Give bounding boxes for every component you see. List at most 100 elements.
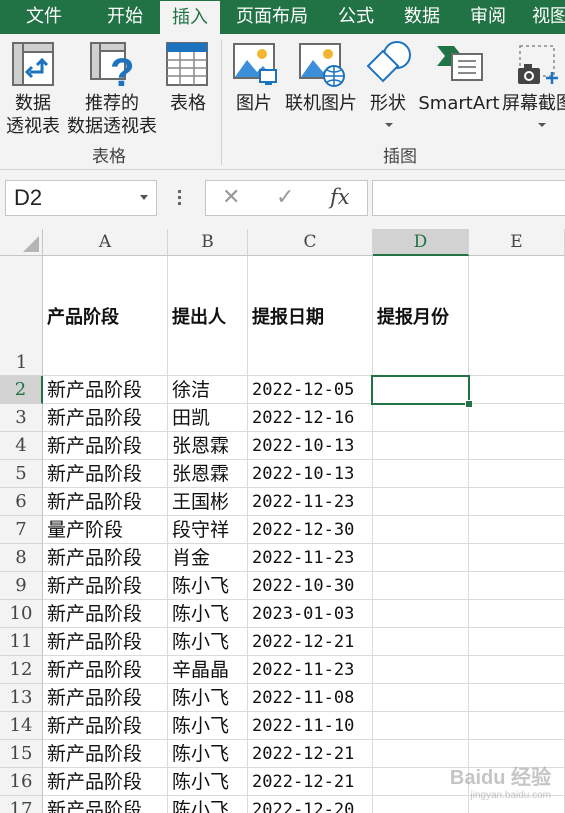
cell-person[interactable]: 肖金	[168, 544, 248, 572]
cell-person[interactable]: 徐洁	[168, 376, 248, 404]
cell-stage[interactable]: 新产品阶段	[43, 488, 168, 516]
cell-date[interactable]: 2022-12-21	[248, 768, 373, 796]
enter-button[interactable]: ✓	[276, 185, 294, 210]
shapes-dropdown-arrow[interactable]	[385, 123, 393, 127]
cell-month[interactable]	[373, 656, 469, 684]
cell-e[interactable]	[469, 544, 565, 572]
cell-stage[interactable]: 新产品阶段	[43, 600, 168, 628]
row-header[interactable]: 9	[0, 572, 43, 600]
cell-person[interactable]: 张恩霖	[168, 460, 248, 488]
cell-month[interactable]	[373, 684, 469, 712]
column-header-c[interactable]: C	[248, 229, 373, 256]
tab-data[interactable]: 数据	[392, 0, 452, 34]
row-header[interactable]: 4	[0, 432, 43, 460]
tab-formulas[interactable]: 公式	[326, 0, 386, 34]
row-header[interactable]: 6	[0, 488, 43, 516]
cell-date[interactable]: 2022-11-23	[248, 656, 373, 684]
row-header[interactable]: 8	[0, 544, 43, 572]
cell-e[interactable]	[469, 460, 565, 488]
cell-stage[interactable]: 新产品阶段	[43, 460, 168, 488]
cell-e[interactable]	[469, 712, 565, 740]
cell-stage[interactable]: 新产品阶段	[43, 656, 168, 684]
chevron-down-icon[interactable]	[140, 195, 148, 200]
cell-person[interactable]: 张恩霖	[168, 432, 248, 460]
cell-stage[interactable]: 新产品阶段	[43, 628, 168, 656]
cell-month[interactable]	[373, 544, 469, 572]
cell-e[interactable]	[469, 404, 565, 432]
cell-date[interactable]: 2022-11-23	[248, 544, 373, 572]
cell-stage[interactable]: 新产品阶段	[43, 796, 168, 813]
cell-month[interactable]	[373, 404, 469, 432]
cell-date[interactable]: 2022-12-20	[248, 796, 373, 813]
header-cell-person[interactable]: 提出人	[168, 256, 248, 376]
cell-month[interactable]	[373, 572, 469, 600]
header-cell-stage[interactable]: 产品阶段	[43, 256, 168, 376]
cell-date[interactable]: 2022-12-30	[248, 516, 373, 544]
tab-insert[interactable]: 插入	[160, 1, 220, 34]
cell-date[interactable]: 2022-11-10	[248, 712, 373, 740]
header-cell-date[interactable]: 提报日期	[248, 256, 373, 376]
cell-person[interactable]: 陈小飞	[168, 712, 248, 740]
select-all-button[interactable]	[0, 229, 43, 256]
screenshot-dropdown-arrow[interactable]	[538, 123, 546, 127]
row-header[interactable]: 12	[0, 656, 43, 684]
screenshot-button[interactable]: 屏幕截图	[502, 34, 565, 139]
cell-person[interactable]: 田凯	[168, 404, 248, 432]
tab-review[interactable]: 审阅	[458, 0, 518, 34]
cell-date[interactable]: 2022-11-23	[248, 488, 373, 516]
row-header[interactable]: 13	[0, 684, 43, 712]
picture-button[interactable]: 图片	[228, 34, 280, 139]
cell-stage[interactable]: 新产品阶段	[43, 572, 168, 600]
cancel-button[interactable]: ✕	[222, 185, 240, 210]
cell-stage[interactable]: 新产品阶段	[43, 432, 168, 460]
cell-person[interactable]: 陈小飞	[168, 740, 248, 768]
cell-person[interactable]: 王国彬	[168, 488, 248, 516]
cell-stage[interactable]: 新产品阶段	[43, 684, 168, 712]
cell-person[interactable]: 陈小飞	[168, 628, 248, 656]
cell-e[interactable]	[469, 488, 565, 516]
column-header-d[interactable]: D	[373, 229, 469, 256]
tab-view[interactable]: 视图	[524, 0, 565, 34]
column-header-e[interactable]: E	[469, 229, 565, 256]
cell-person[interactable]: 辛晶晶	[168, 656, 248, 684]
cell-date[interactable]: 2022-12-16	[248, 404, 373, 432]
cell-date[interactable]: 2022-10-30	[248, 572, 373, 600]
insert-function-button[interactable]: fx	[330, 185, 350, 209]
cell-date[interactable]: 2022-10-13	[248, 432, 373, 460]
cell-month[interactable]	[373, 432, 469, 460]
more-options-icon[interactable]	[178, 190, 182, 208]
cell-e[interactable]	[469, 572, 565, 600]
cell-stage[interactable]: 新产品阶段	[43, 376, 168, 404]
row-header[interactable]: 10	[0, 600, 43, 628]
column-header-b[interactable]: B	[168, 229, 248, 256]
cell-e[interactable]	[469, 628, 565, 656]
cell-e[interactable]	[469, 684, 565, 712]
row-header[interactable]: 5	[0, 460, 43, 488]
tab-home[interactable]: 开始	[92, 0, 158, 34]
cell-date[interactable]: 2022-10-13	[248, 460, 373, 488]
cell-e[interactable]	[469, 432, 565, 460]
cell-person[interactable]: 陈小飞	[168, 684, 248, 712]
shapes-button[interactable]: 形状	[362, 34, 414, 139]
row-header[interactable]: 16	[0, 768, 43, 796]
smartart-button[interactable]: SmartArt	[418, 34, 500, 139]
table-button[interactable]: 表格	[160, 34, 216, 139]
header-cell-e[interactable]	[469, 256, 565, 376]
row-header[interactable]: 15	[0, 740, 43, 768]
cell-month[interactable]	[373, 600, 469, 628]
cell-stage[interactable]: 新产品阶段	[43, 712, 168, 740]
pivot-table-button[interactable]: 数据 透视表	[2, 34, 64, 139]
cell-stage[interactable]: 新产品阶段	[43, 404, 168, 432]
cell-date[interactable]: 2022-12-05	[248, 376, 373, 404]
cell-month[interactable]	[373, 712, 469, 740]
cell-stage[interactable]: 量产阶段	[43, 516, 168, 544]
header-cell-month[interactable]: 提报月份	[373, 256, 469, 376]
cell-e[interactable]	[469, 516, 565, 544]
cell-month[interactable]	[373, 488, 469, 516]
cell-e[interactable]	[469, 600, 565, 628]
cell-month[interactable]	[373, 460, 469, 488]
row-header[interactable]: 17	[0, 796, 43, 813]
active-cell-d2[interactable]	[371, 375, 470, 405]
cell-date[interactable]: 2023-01-03	[248, 600, 373, 628]
cell-person[interactable]: 陈小飞	[168, 796, 248, 813]
